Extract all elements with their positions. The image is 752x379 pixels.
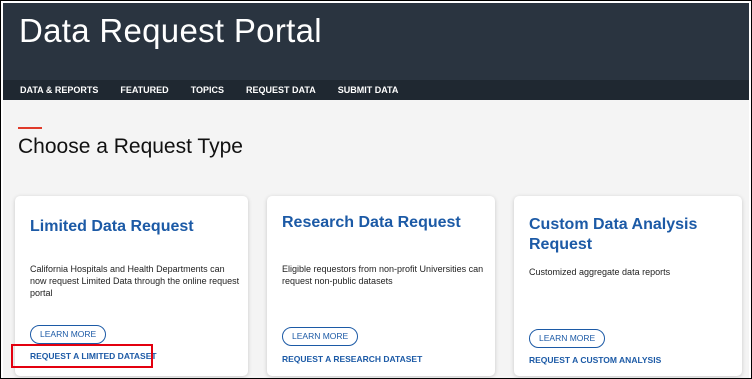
main-nav: DATA & REPORTS FEATURED TOPICS REQUEST D… xyxy=(3,80,749,100)
site-title: Data Request Portal xyxy=(19,12,322,49)
card-title: Research Data Request xyxy=(282,214,461,231)
learn-more-button[interactable]: LEARN MORE xyxy=(529,329,606,348)
request-type-section: Choose a Request Type Limited Data Reque… xyxy=(3,100,749,378)
card-description: Eligible requestors from non-profit Univ… xyxy=(282,264,484,287)
highlight-box xyxy=(11,344,153,368)
card-custom-analysis: Custom Data Analysis Request Customized … xyxy=(514,196,742,376)
card-title: Custom Data Analysis Request xyxy=(529,216,698,253)
page-frame: Data Request Portal DATA & REPORTS FEATU… xyxy=(0,0,752,379)
learn-more-button[interactable]: LEARN MORE xyxy=(282,327,359,346)
request-custom-analysis-link[interactable]: REQUEST A CUSTOM ANALYSIS xyxy=(529,355,661,365)
nav-item-topics[interactable]: TOPICS xyxy=(191,85,224,95)
section-title: Choose a Request Type xyxy=(18,135,243,158)
learn-more-button[interactable]: LEARN MORE xyxy=(30,325,107,344)
request-research-dataset-link[interactable]: REQUEST A RESEARCH DATASET xyxy=(282,354,422,364)
title-accent-bar xyxy=(18,127,42,129)
nav-item-request-data[interactable]: REQUEST DATA xyxy=(246,85,316,95)
site-header: Data Request Portal DATA & REPORTS FEATU… xyxy=(3,3,749,100)
nav-item-submit-data[interactable]: SUBMIT DATA xyxy=(338,85,399,95)
nav-item-data-reports[interactable]: DATA & REPORTS xyxy=(20,85,98,95)
card-description: Customized aggregate data reports xyxy=(529,267,671,277)
nav-item-featured[interactable]: FEATURED xyxy=(120,85,168,95)
card-research-data: Research Data Request Eligible requestor… xyxy=(267,196,495,376)
card-title: Limited Data Request xyxy=(30,218,194,235)
card-description: California Hospitals and Health Departme… xyxy=(30,264,240,299)
